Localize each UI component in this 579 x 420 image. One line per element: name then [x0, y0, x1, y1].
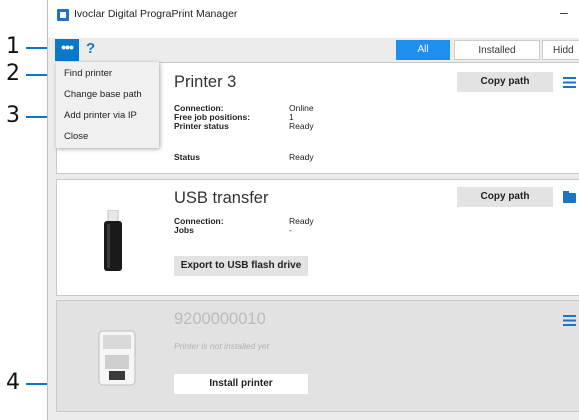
info-key: Status: [174, 152, 200, 162]
callout-4: 4: [6, 370, 20, 395]
menu-icon[interactable]: [563, 77, 576, 88]
help-button[interactable]: ?: [86, 40, 95, 57]
filter-tab-installed[interactable]: Installed: [454, 40, 540, 60]
info-value: Ready: [289, 121, 314, 131]
more-dropdown-menu: Find printer Change base path Add printe…: [56, 62, 159, 148]
install-printer-button[interactable]: Install printer: [174, 374, 308, 394]
title-bar: Ivoclar Digital PrograPrint Manager –: [48, 0, 579, 38]
copy-path-button[interactable]: Copy path: [457, 72, 553, 92]
usb-transfer-card: USB transfer Copy path Connection: Ready…: [56, 179, 579, 296]
folder-icon[interactable]: [563, 191, 576, 203]
usb-stick-image: [101, 209, 125, 272]
printer-serial: 9200000010: [174, 310, 266, 328]
info-value: Ready: [289, 152, 314, 162]
copy-path-button[interactable]: Copy path: [457, 187, 553, 207]
menu-item-close[interactable]: Close: [64, 131, 88, 142]
menu-icon[interactable]: [563, 315, 576, 326]
callout-2: 2: [6, 61, 20, 86]
uninstalled-printer-card: 9200000010 Printer is not installed yet …: [56, 300, 579, 412]
more-menu-button[interactable]: •••: [55, 39, 79, 61]
window-title: Ivoclar Digital PrograPrint Manager: [74, 8, 238, 20]
app-logo-icon: [57, 9, 69, 21]
callout-1: 1: [6, 34, 20, 59]
minimize-button[interactable]: –: [560, 4, 568, 20]
not-installed-note: Printer is not installed yet: [174, 341, 269, 351]
info-key: Printer status: [174, 121, 229, 131]
info-value: Ready: [289, 216, 314, 226]
menu-item-change-base-path[interactable]: Change base path: [64, 89, 142, 100]
filter-tab-hidden[interactable]: Hidd: [542, 40, 579, 60]
menu-item-add-printer-ip[interactable]: Add printer via IP: [64, 110, 137, 121]
info-value: Online: [289, 103, 314, 113]
usb-transfer-name: USB transfer: [174, 189, 269, 207]
export-usb-button[interactable]: Export to USB flash drive: [174, 256, 308, 276]
filter-tab-all[interactable]: All: [396, 40, 450, 60]
printer-image: [97, 325, 137, 387]
menu-item-find-printer[interactable]: Find printer: [64, 68, 112, 79]
printer-name: Printer 3: [174, 73, 237, 91]
callout-3: 3: [6, 103, 20, 128]
info-value: -: [289, 225, 292, 235]
info-key: Jobs: [174, 225, 194, 235]
